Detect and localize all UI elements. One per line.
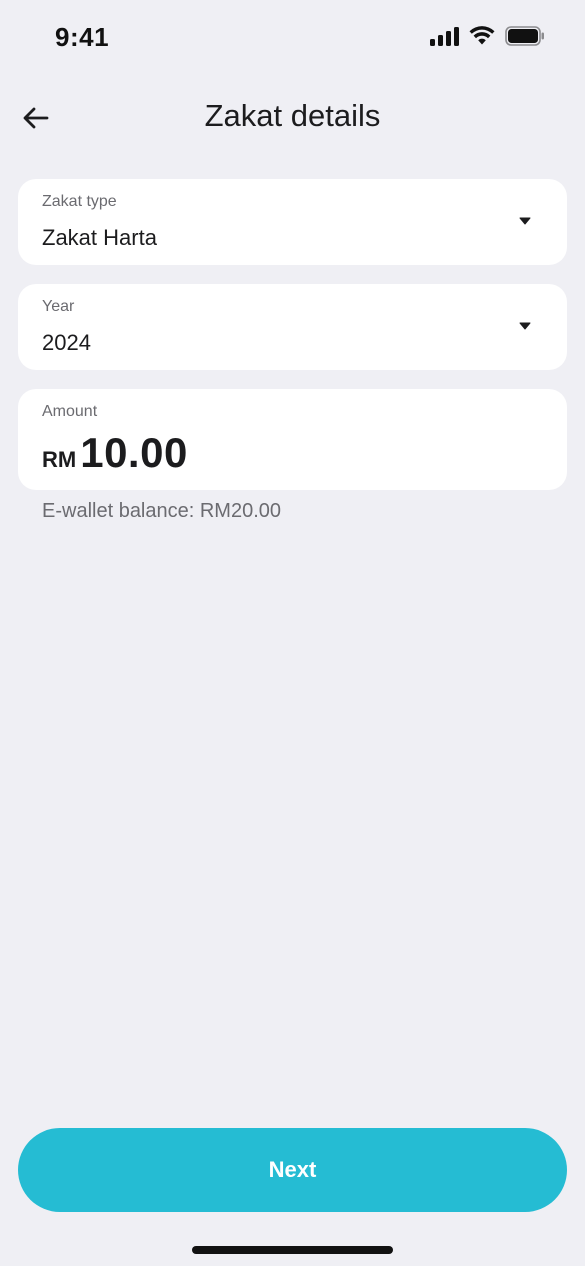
- amount-number[interactable]: 10.00: [80, 429, 188, 477]
- status-bar: 9:41: [0, 0, 585, 78]
- amount-value: RM 10.00: [42, 429, 188, 477]
- screen: 9:41 Zakat details Zakat type Zakat Hart…: [0, 0, 585, 1266]
- amount-label: Amount: [42, 403, 98, 420]
- year-label: Year: [42, 298, 75, 315]
- page-title: Zakat details: [204, 98, 381, 133]
- battery-icon: [505, 26, 544, 46]
- status-icons: [430, 26, 545, 46]
- home-indicator: [192, 1246, 393, 1254]
- zakat-type-value: Zakat Harta: [42, 225, 157, 250]
- header: Zakat details: [0, 88, 585, 146]
- e-wallet-balance: E-wallet balance: RM20.00: [42, 500, 282, 522]
- caret-down-icon: [519, 322, 531, 330]
- amount-field[interactable]: Amount RM 10.00: [18, 389, 567, 490]
- status-time: 9:41: [55, 22, 110, 52]
- caret-down-icon: [519, 217, 531, 225]
- year-dropdown[interactable]: Year 2024: [18, 284, 567, 370]
- zakat-type-label: Zakat type: [42, 193, 117, 210]
- next-button[interactable]: Next: [18, 1128, 567, 1212]
- zakat-type-dropdown[interactable]: Zakat type Zakat Harta: [18, 179, 567, 265]
- wifi-icon: [469, 26, 495, 45]
- amount-currency: RM: [42, 447, 77, 472]
- year-value: 2024: [42, 330, 91, 355]
- cellular-signal-icon: [430, 26, 459, 46]
